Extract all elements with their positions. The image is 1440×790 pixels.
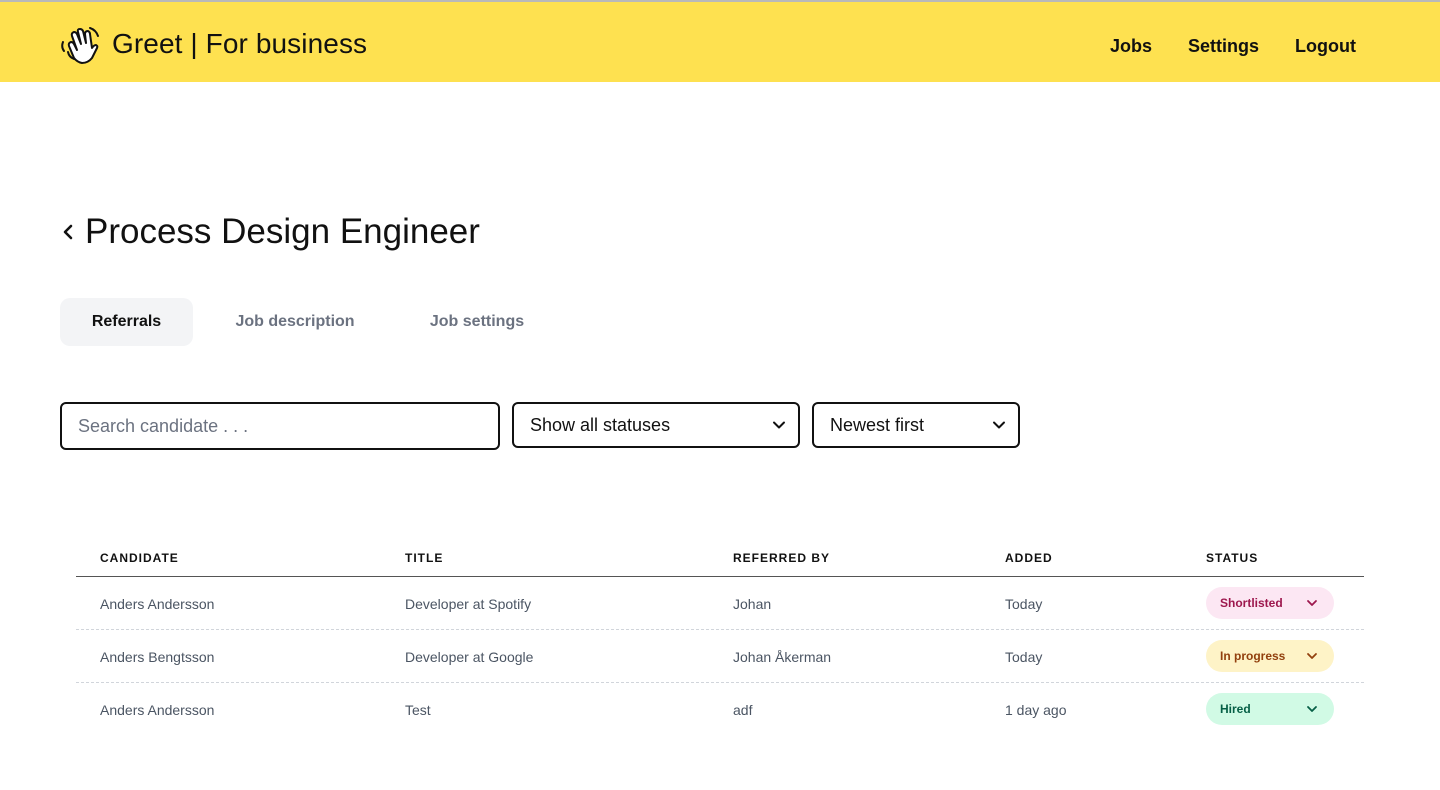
search-input[interactable] <box>60 402 500 450</box>
tab-job-settings[interactable]: Job settings <box>397 298 557 346</box>
referred-by: adf <box>733 702 753 718</box>
nav-logout[interactable]: Logout <box>1295 36 1356 57</box>
table-header: CANDIDATE TITLE REFERRED BY ADDED STATUS <box>76 540 1364 577</box>
sort-select[interactable]: Newest first <box>812 402 1020 448</box>
chevron-down-icon <box>773 421 785 429</box>
waving-hand-icon <box>61 27 99 64</box>
app-header: Greet | For business Jobs Settings Logou… <box>0 2 1440 82</box>
candidate-name: Anders Andersson <box>100 596 215 612</box>
candidate-name: Anders Bengtsson <box>100 649 215 665</box>
status-dropdown[interactable]: Shortlisted <box>1206 587 1334 619</box>
status-dropdown[interactable]: Hired <box>1206 693 1334 725</box>
sort-value: Newest first <box>830 414 925 435</box>
column-header-added: ADDED <box>1005 551 1053 565</box>
table-row[interactable]: Anders Andersson Test adf 1 day ago Hire… <box>76 683 1364 736</box>
chevron-left-icon[interactable] <box>60 222 76 242</box>
candidate-title: Developer at Google <box>405 649 534 665</box>
status-label: Hired <box>1220 702 1251 716</box>
status-label: Shortlisted <box>1220 596 1283 610</box>
tab-referrals[interactable]: Referrals <box>60 298 193 346</box>
chevron-down-icon <box>993 421 1005 429</box>
column-header-status: STATUS <box>1206 551 1259 565</box>
candidate-title: Test <box>405 702 431 718</box>
table-row[interactable]: Anders Andersson Developer at Spotify Jo… <box>76 577 1364 630</box>
chevron-down-icon <box>1307 653 1317 659</box>
column-header-candidate: CANDIDATE <box>100 551 179 565</box>
column-header-title: TITLE <box>405 551 444 565</box>
status-dropdown[interactable]: In progress <box>1206 640 1334 672</box>
candidate-title: Developer at Spotify <box>405 596 532 612</box>
referred-by: Johan Åkerman <box>733 649 832 665</box>
added-date: 1 day ago <box>1005 702 1067 718</box>
candidate-name: Anders Andersson <box>100 702 215 718</box>
brand[interactable]: Greet | For business <box>60 24 367 64</box>
status-filter-value: Show all statuses <box>530 414 671 435</box>
nav-settings[interactable]: Settings <box>1188 36 1259 57</box>
column-header-referred-by: REFERRED BY <box>733 551 831 565</box>
nav-jobs[interactable]: Jobs <box>1110 36 1152 57</box>
added-date: Today <box>1005 649 1043 665</box>
page-title-row: Process Design Engineer <box>60 210 480 254</box>
table-row[interactable]: Anders Bengtsson Developer at Google Joh… <box>76 630 1364 683</box>
status-label: In progress <box>1220 649 1286 663</box>
referred-by: Johan <box>733 596 772 612</box>
tab-job-description[interactable]: Job description <box>193 298 397 346</box>
chevron-down-icon <box>1307 600 1317 606</box>
brand-name: Greet | For business <box>112 28 368 59</box>
status-filter-select[interactable]: Show all statuses <box>512 402 800 448</box>
added-date: Today <box>1005 596 1043 612</box>
tab-bar: Referrals Job description Job settings <box>60 298 557 346</box>
top-nav: Jobs Settings Logout <box>1074 36 1356 57</box>
referrals-table: CANDIDATE TITLE REFERRED BY ADDED STATUS… <box>76 540 1364 736</box>
page-title: Process Design Engineer <box>85 212 480 251</box>
chevron-down-icon <box>1307 706 1317 712</box>
